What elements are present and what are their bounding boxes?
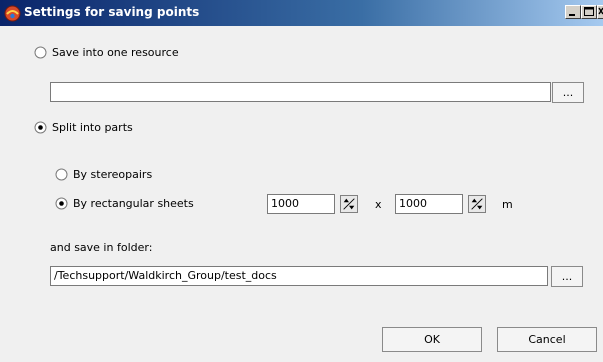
unit-label: m: [502, 198, 513, 211]
by-rectangular-sheets-label: By rectangular sheets: [73, 197, 194, 210]
save-one-resource-label: Save into one resource: [52, 46, 179, 59]
maximize-button[interactable]: [581, 5, 597, 19]
minimize-button[interactable]: [565, 5, 581, 19]
split-into-parts-label: Split into parts: [52, 121, 133, 134]
dimension-separator: x: [375, 198, 382, 211]
cancel-button[interactable]: Cancel: [497, 327, 597, 352]
folder-path-input[interactable]: /Techsupport/Waldkirch_Group/test_docs: [50, 266, 548, 286]
by-rectangular-sheets-radio[interactable]: [55, 197, 68, 210]
dialog-body: Save into one resource ... Split into pa…: [0, 26, 603, 362]
sheet-height-input[interactable]: 1000: [395, 194, 463, 214]
one-resource-browse-button[interactable]: ...: [552, 82, 584, 103]
by-stereopairs-label: By stereopairs: [73, 168, 153, 181]
close-button[interactable]: [597, 5, 603, 19]
close-icon: [598, 7, 603, 15]
sheet-width-spin-icon[interactable]: [340, 195, 358, 213]
one-resource-path-field[interactable]: [50, 82, 551, 102]
ok-button[interactable]: OK: [382, 327, 482, 352]
save-one-resource-radio[interactable]: [34, 46, 47, 59]
minimize-icon: [569, 14, 575, 16]
maximize-icon: [584, 7, 594, 16]
split-into-parts-radio[interactable]: [34, 121, 47, 134]
title-bar: Settings for saving points: [0, 0, 603, 26]
sheet-height-spin-icon[interactable]: [468, 195, 486, 213]
by-stereopairs-radio[interactable]: [55, 168, 68, 181]
app-icon: [4, 5, 21, 22]
folder-browse-button[interactable]: ...: [551, 266, 583, 287]
window-title: Settings for saving points: [24, 5, 200, 19]
sheet-width-input[interactable]: 1000: [267, 194, 335, 214]
save-folder-label: and save in folder:: [50, 241, 153, 254]
